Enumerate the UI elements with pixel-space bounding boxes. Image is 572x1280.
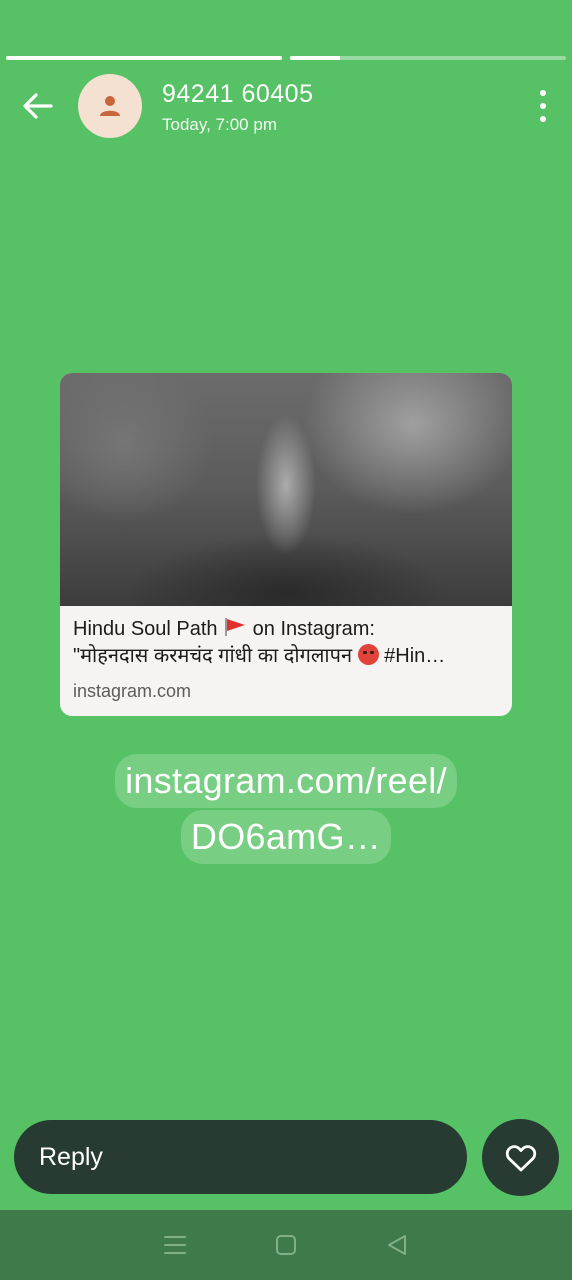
more-vertical-icon xyxy=(540,90,546,96)
preview-title-part: #Hin… xyxy=(384,645,446,667)
status-timestamp: Today, 7:00 pm xyxy=(162,115,277,134)
link-line-1[interactable]: instagram.com/reel/ xyxy=(115,754,457,808)
reply-input[interactable]: Reply xyxy=(14,1120,467,1194)
red-flag-icon xyxy=(225,618,246,636)
status-link-text[interactable]: instagram.com/reel/ DO6amG… xyxy=(60,754,512,866)
person-icon xyxy=(100,96,120,116)
system-back-button[interactable] xyxy=(383,1231,411,1259)
angry-face-icon xyxy=(357,644,379,665)
heart-icon xyxy=(505,1144,536,1171)
arrow-left-icon xyxy=(23,93,53,119)
back-button[interactable] xyxy=(18,86,58,126)
home-button[interactable] xyxy=(272,1231,300,1259)
more-options-button[interactable] xyxy=(536,90,550,122)
preview-title-part: on Instagram: xyxy=(252,618,375,640)
triangle-back-icon xyxy=(387,1235,406,1255)
menu-lines-icon xyxy=(164,1236,187,1254)
preview-title-line-2: "मोहनदास करमचंद गांधी का दोगलापन #Hin… xyxy=(73,643,499,670)
system-navigation-bar xyxy=(0,1210,572,1280)
progress-segment-2 xyxy=(290,56,566,60)
preview-thumbnail xyxy=(60,373,512,606)
square-icon xyxy=(275,1235,296,1255)
preview-domain: instagram.com xyxy=(73,681,192,701)
status-header: 94241 60405 Today, 7:00 pm xyxy=(0,72,572,140)
link-line-2[interactable]: DO6amG… xyxy=(180,810,392,864)
preview-title-part: Hindu Soul Path xyxy=(73,618,218,640)
status-progress xyxy=(6,56,566,60)
preview-title-part: "मोहनदास करमचंद गांधी का दोगलापन xyxy=(73,645,353,667)
recents-button[interactable] xyxy=(161,1231,189,1259)
reply-placeholder: Reply xyxy=(39,1142,103,1171)
avatar[interactable] xyxy=(78,74,142,138)
link-preview-card[interactable]: Hindu Soul Path on Instagram: "मोहनदास क… xyxy=(60,373,512,716)
contact-name[interactable]: 94241 60405 xyxy=(162,80,313,109)
preview-title-line-1: Hindu Soul Path on Instagram: xyxy=(73,616,499,643)
like-button[interactable] xyxy=(482,1119,559,1196)
progress-segment-1 xyxy=(6,56,282,60)
